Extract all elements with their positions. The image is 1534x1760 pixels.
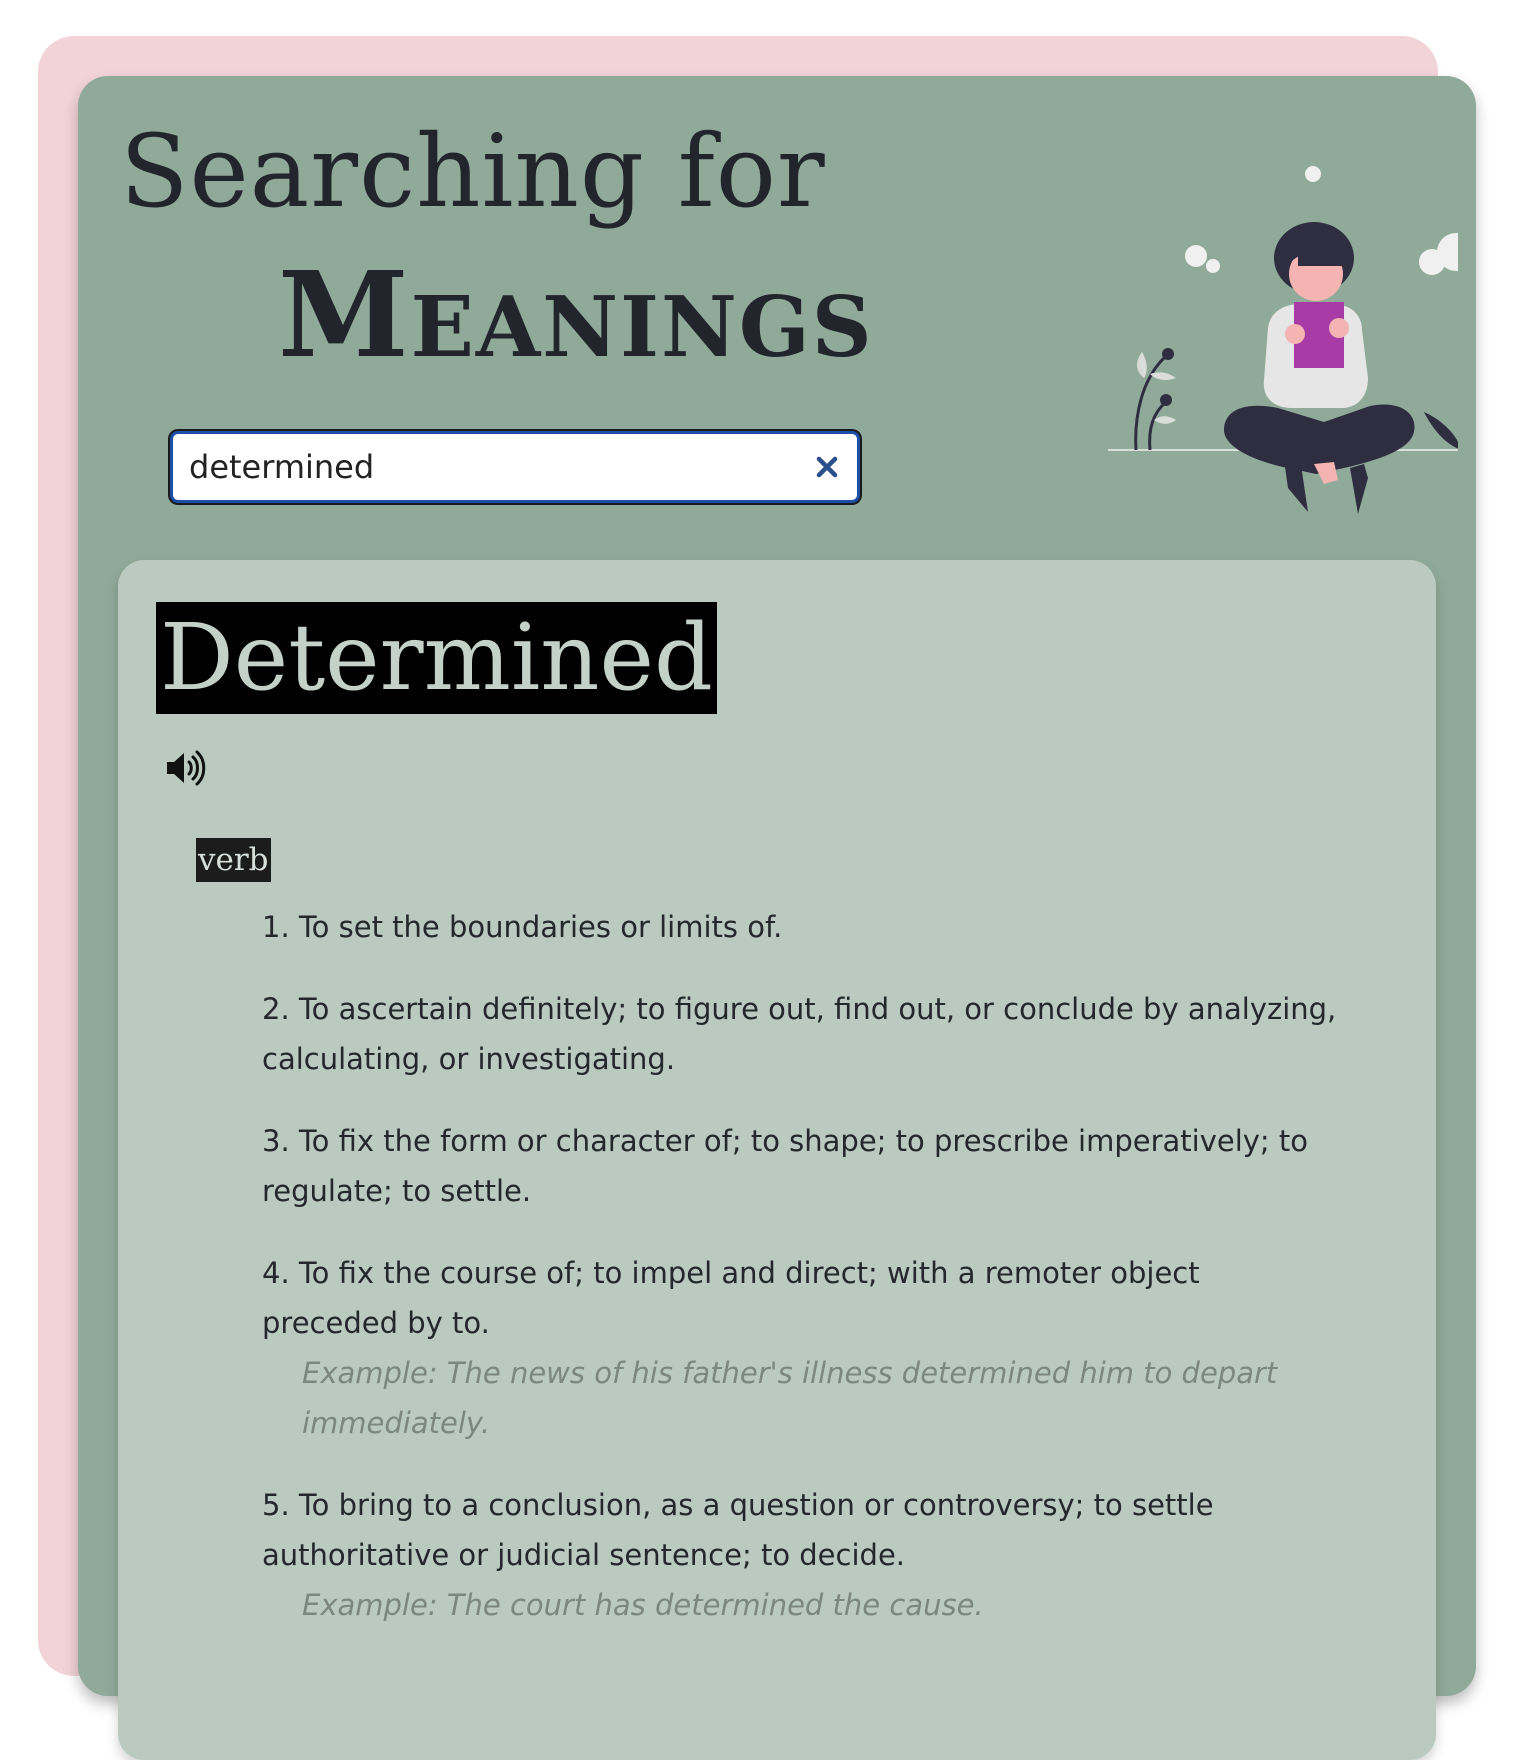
definition-item: 4. To fix the course of; to impel and di… <box>262 1248 1342 1448</box>
definition-item: 3. To fix the form or character of; to s… <box>262 1116 1342 1216</box>
page-title-line1: Searching for <box>120 113 826 230</box>
speaker-icon <box>167 750 206 786</box>
definition-text: 1. To set the boundaries or limits of. <box>262 910 783 944</box>
definition-example: Example: The court has determined the ca… <box>302 1588 984 1622</box>
definition-text: 3. To fix the form or character of; to s… <box>262 1124 1309 1208</box>
definition-text: 5. To bring to a conclusion, as a questi… <box>262 1488 1214 1572</box>
page-title-line2: Meanings <box>278 245 874 384</box>
clear-search-button[interactable] <box>797 434 857 500</box>
definition-item: 5. To bring to a conclusion, as a questi… <box>262 1480 1342 1630</box>
definition-example: Example: The news of his father's illnes… <box>302 1356 1278 1440</box>
definition-card: Determined verb 1. To set the boundaries… <box>118 560 1436 1760</box>
search-input[interactable] <box>173 434 797 500</box>
reading-woman-illustration <box>1108 166 1458 514</box>
definition-list: 1. To set the boundaries or limits of. 2… <box>262 902 1342 1662</box>
definition-item: 2. To ascertain definitely; to figure ou… <box>262 984 1342 1084</box>
main-card: Searching for Meanings determined Determ… <box>78 76 1476 1760</box>
search-box <box>170 431 860 503</box>
close-icon <box>816 456 838 478</box>
definition-text: 4. To fix the course of; to impel and di… <box>262 1256 1200 1340</box>
word-title: Determined <box>156 602 717 714</box>
definition-item: 1. To set the boundaries or limits of. <box>262 902 1342 952</box>
part-of-speech-badge: verb <box>196 838 271 882</box>
pronunciation-audio-button[interactable] <box>164 750 206 786</box>
definition-text: 2. To ascertain definitely; to figure ou… <box>262 992 1337 1076</box>
